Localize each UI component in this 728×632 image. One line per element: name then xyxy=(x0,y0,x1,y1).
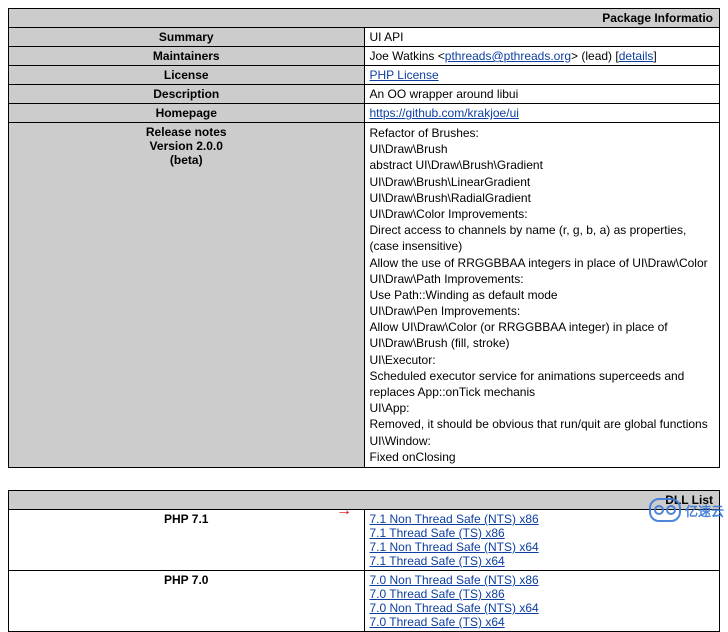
maintainer-name: Joe Watkins < xyxy=(370,49,445,63)
license-link[interactable]: PHP License xyxy=(370,68,439,82)
summary-label: Summary xyxy=(9,28,365,47)
notes-label-2: Version 2.0.0 xyxy=(14,139,359,153)
php70-link-2[interactable]: 7.0 Non Thread Safe (NTS) x64 xyxy=(370,601,539,615)
release-note-line: UI\Draw\Path Improvements: xyxy=(370,271,715,287)
release-note-line: UI\Draw\Brush\RadialGradient xyxy=(370,190,715,206)
php71-link-2[interactable]: 7.1 Non Thread Safe (NTS) x64 xyxy=(370,540,539,554)
php70-link-0[interactable]: 7.0 Non Thread Safe (NTS) x86 xyxy=(370,573,539,587)
release-note-line: Allow the use of RRGGBBAA integers in pl… xyxy=(370,255,715,271)
release-note-line: abstract UI\Draw\Brush\Gradient xyxy=(370,157,715,173)
php70-link-1[interactable]: 7.0 Thread Safe (TS) x86 xyxy=(370,587,505,601)
homepage-label: Homepage xyxy=(9,104,365,123)
summary-value: UI API xyxy=(364,28,720,47)
release-notes-value: Refactor of Brushes:UI\Draw\Brushabstrac… xyxy=(364,123,720,468)
release-note-line: UI\Draw\Brush\LinearGradient xyxy=(370,174,715,190)
homepage-value: https://github.com/krakjoe/ui xyxy=(364,104,720,123)
dll-list-header: DLL List xyxy=(9,490,720,509)
php71-link-0[interactable]: 7.1 Non Thread Safe (NTS) x86 xyxy=(370,512,539,526)
notes-label-3: (beta) xyxy=(14,153,359,167)
description-label: Description xyxy=(9,85,365,104)
package-info-header: Package Informatio xyxy=(9,9,720,28)
php70-label: PHP 7.0 xyxy=(9,570,365,631)
license-value: PHP License xyxy=(364,66,720,85)
release-note-line: Fixed onClosing xyxy=(370,449,715,465)
release-note-line: Allow UI\Draw\Color (or RRGGBBAA integer… xyxy=(370,319,715,351)
release-note-line: Scheduled executor service for animation… xyxy=(370,368,715,400)
release-note-line: Direct access to channels by name (r, g,… xyxy=(370,222,715,254)
release-note-line: UI\Executor: xyxy=(370,352,715,368)
release-note-line: UI\Draw\Brush xyxy=(370,141,715,157)
release-note-line: Removed, it should be obvious that run/q… xyxy=(370,416,715,432)
package-info-table: Package Informatio Summary UI API Mainta… xyxy=(8,8,720,468)
php71-label: PHP 7.1 xyxy=(9,509,365,570)
watermark: 亿速云 xyxy=(649,498,724,522)
release-note-line: Refactor of Brushes: xyxy=(370,125,715,141)
php70-links: 7.0 Non Thread Safe (NTS) x867.0 Thread … xyxy=(364,570,720,631)
maintainer-close: ] xyxy=(653,49,656,63)
release-note-line: Use Path::Winding as default mode xyxy=(370,287,715,303)
release-note-line: UI\Draw\Pen Improvements: xyxy=(370,303,715,319)
maintainer-details-link[interactable]: details xyxy=(619,49,654,63)
homepage-link[interactable]: https://github.com/krakjoe/ui xyxy=(370,106,519,120)
php70-link-3[interactable]: 7.0 Thread Safe (TS) x64 xyxy=(370,615,505,629)
release-note-line: UI\App: xyxy=(370,400,715,416)
maintainer-email-link[interactable]: pthreads@pthreads.org xyxy=(445,49,571,63)
notes-label-1: Release notes xyxy=(14,125,359,139)
license-label: License xyxy=(9,66,365,85)
watermark-text: 亿速云 xyxy=(685,501,724,520)
maintainers-label: Maintainers xyxy=(9,47,365,66)
php71-link-3[interactable]: 7.1 Thread Safe (TS) x64 xyxy=(370,554,505,568)
release-notes-label: Release notes Version 2.0.0 (beta) xyxy=(9,123,365,468)
maintainer-after: > (lead) [ xyxy=(571,49,619,63)
cloud-icon xyxy=(649,498,681,522)
php71-link-1[interactable]: 7.1 Thread Safe (TS) x86 xyxy=(370,526,505,540)
description-value: An OO wrapper around libui xyxy=(364,85,720,104)
release-note-line: UI\Window: xyxy=(370,433,715,449)
release-note-line: UI\Draw\Color Improvements: xyxy=(370,206,715,222)
maintainers-value: Joe Watkins <pthreads@pthreads.org> (lea… xyxy=(364,47,720,66)
dll-list-table: DLL List PHP 7.1 7.1 Non Thread Safe (NT… xyxy=(8,490,720,632)
